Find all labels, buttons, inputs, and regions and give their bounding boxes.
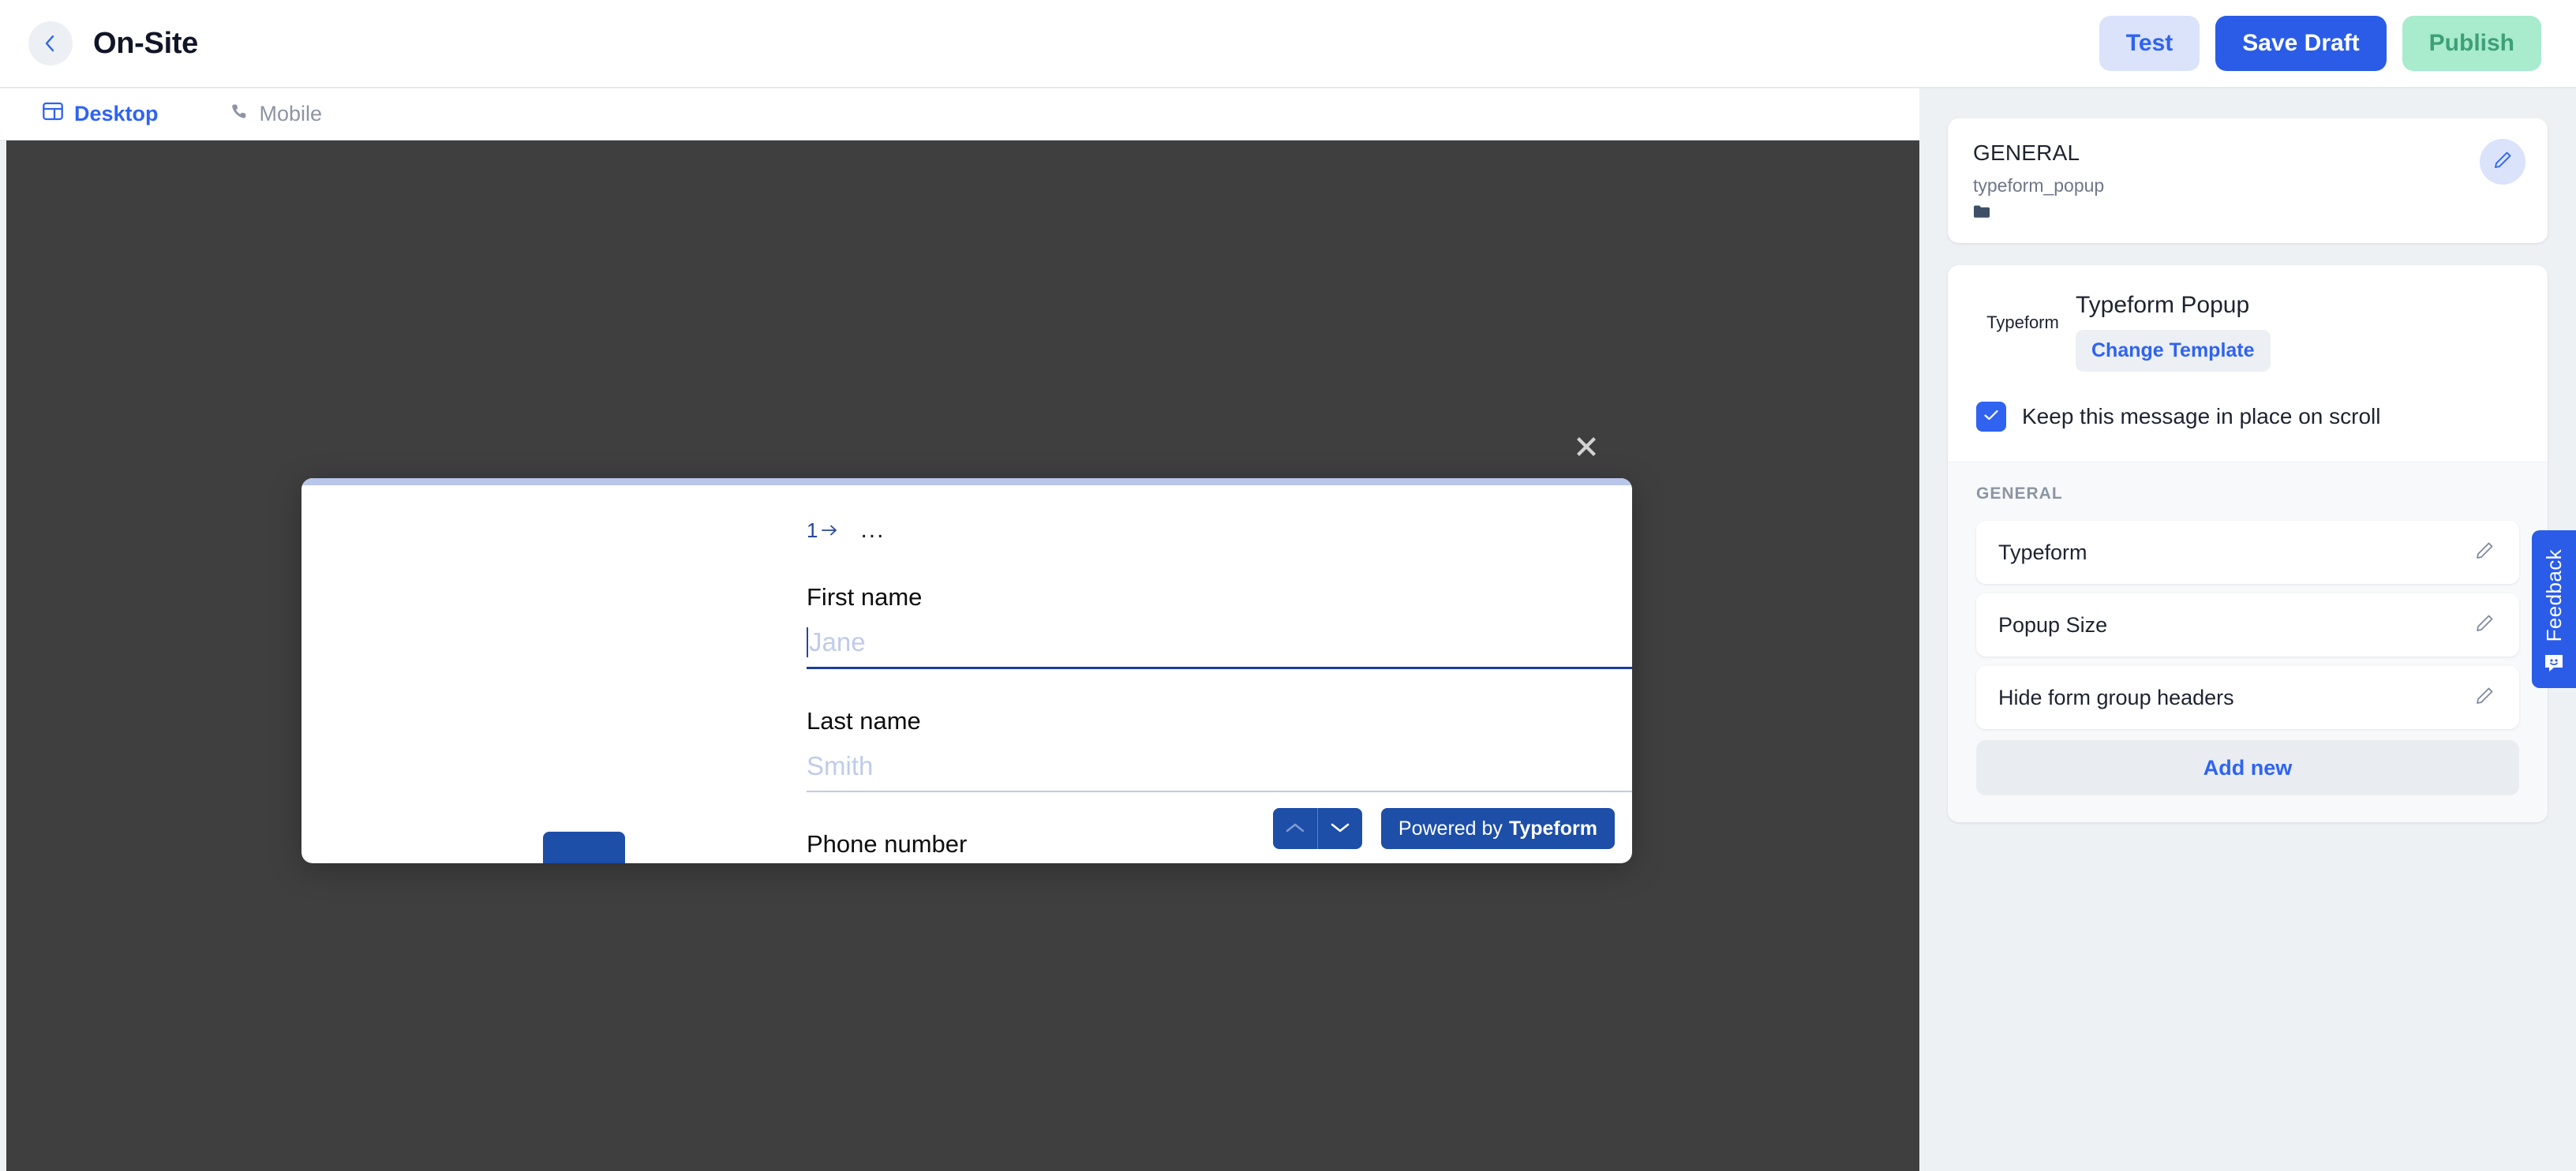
test-button[interactable]: Test [2099,16,2200,71]
template-card: Typeform Typeform Popup Change Template … [1948,265,2548,822]
typeform-submit-button[interactable] [543,832,625,863]
feedback-tab-label: Feedback [2541,548,2566,642]
general-card-subtitle: typeform_popup [1973,175,2105,196]
template-name: Typeform Popup [2076,292,2250,318]
typeform-question-header: 1 ... [807,517,1211,544]
powered-by-brand: Typeform [1508,817,1597,840]
add-new-button[interactable]: Add new [1976,740,2519,795]
close-popup-button[interactable] [1569,431,1604,466]
last-name-input[interactable]: Smith [807,751,1632,792]
first-name-input[interactable]: Jane [807,627,1632,669]
question-number-badge: 1 [807,518,838,543]
general-card-title: GENERAL [1973,140,2080,165]
option-label: Hide form group headers [1998,685,2234,709]
chevron-left-icon [41,33,60,54]
field-first-name-label: First name [807,583,923,611]
pencil-icon [2492,149,2514,175]
smiley-feedback-icon [2543,653,2565,677]
nav-next-button[interactable] [1318,808,1362,849]
field-first-name: First name Jane [807,583,1632,669]
general-options-group: GENERAL Typeform Popup Size Hide form gr… [1948,462,2548,822]
back-button[interactable] [28,21,73,65]
option-label: Typeform [1998,540,2087,564]
typeform-body: 1 ... First name Jane Last name Smith Ph… [301,485,1632,863]
general-info-card: GENERAL typeform_popup [1948,118,2548,243]
feedback-tab[interactable]: Feedback [2532,530,2576,688]
tab-desktop[interactable]: Desktop [43,102,159,126]
chevron-up-icon [1285,821,1305,836]
list-item[interactable]: Popup Size [1976,593,2519,657]
option-label: Popup Size [1998,612,2108,637]
question-number: 1 [807,518,818,542]
question-title: ... [860,517,886,543]
publish-button[interactable]: Publish [2402,16,2541,71]
save-draft-button[interactable]: Save Draft [2215,16,2387,71]
close-icon [1574,435,1598,462]
top-bar: On-Site Test Save Draft Publish [0,0,2576,88]
keep-in-place-checkbox[interactable] [1976,402,2006,432]
settings-sidebar: GENERAL typeform_popup Typeform Typeform… [1919,88,2576,1171]
typeform-progress-bar [301,478,1632,485]
keep-in-place-label: Keep this message in place on scroll [2022,404,2381,428]
tab-mobile-label: Mobile [259,102,323,125]
chevron-down-icon [1330,821,1350,836]
typeform-popup-modal: 1 ... First name Jane Last name Smith Ph… [301,478,1632,863]
field-phone-number: Phone number [807,830,1211,863]
list-item[interactable]: Hide form group headers [1976,666,2519,729]
nav-previous-button[interactable] [1273,808,1317,849]
arrow-right-icon [821,518,838,543]
powered-by-typeform-link[interactable]: Powered by Typeform [1380,808,1615,849]
field-last-name: Last name Smith [807,707,1632,792]
preview-canvas: 1 ... First name Jane Last name Smith Ph… [6,140,1919,1171]
page-title: On-Site [93,26,199,60]
device-preview-tabs: Desktop Mobile [0,88,1919,140]
folder-icon [1973,204,2522,223]
typeform-nav-controls [1272,808,1362,849]
field-phone-number-label: Phone number [807,830,968,858]
top-bar-actions: Test Save Draft Publish [2099,16,2541,71]
edit-general-button[interactable] [2480,139,2525,185]
typeform-logo-label: Typeform [1986,312,2059,332]
field-last-name-label: Last name [807,707,921,735]
powered-by-prefix: Powered by [1398,817,1503,840]
tab-desktop-label: Desktop [74,102,159,125]
keep-in-place-row[interactable]: Keep this message in place on scroll [1948,394,2548,462]
first-name-placeholder: Jane [809,627,866,657]
typeform-footer: Powered by Typeform [1272,808,1615,849]
last-name-placeholder: Smith [807,751,874,780]
list-item[interactable]: Typeform [1976,521,2519,584]
pencil-icon[interactable] [2473,612,2496,638]
text-caret [807,627,808,657]
desktop-layout-icon [43,102,63,126]
pencil-icon[interactable] [2473,540,2496,566]
check-icon [1983,408,2000,426]
general-options-group-title: GENERAL [1976,484,2063,503]
phone-handset-icon [230,102,249,126]
tab-mobile[interactable]: Mobile [230,102,323,126]
change-template-button[interactable]: Change Template [2076,330,2271,372]
pencil-icon[interactable] [2473,685,2496,711]
